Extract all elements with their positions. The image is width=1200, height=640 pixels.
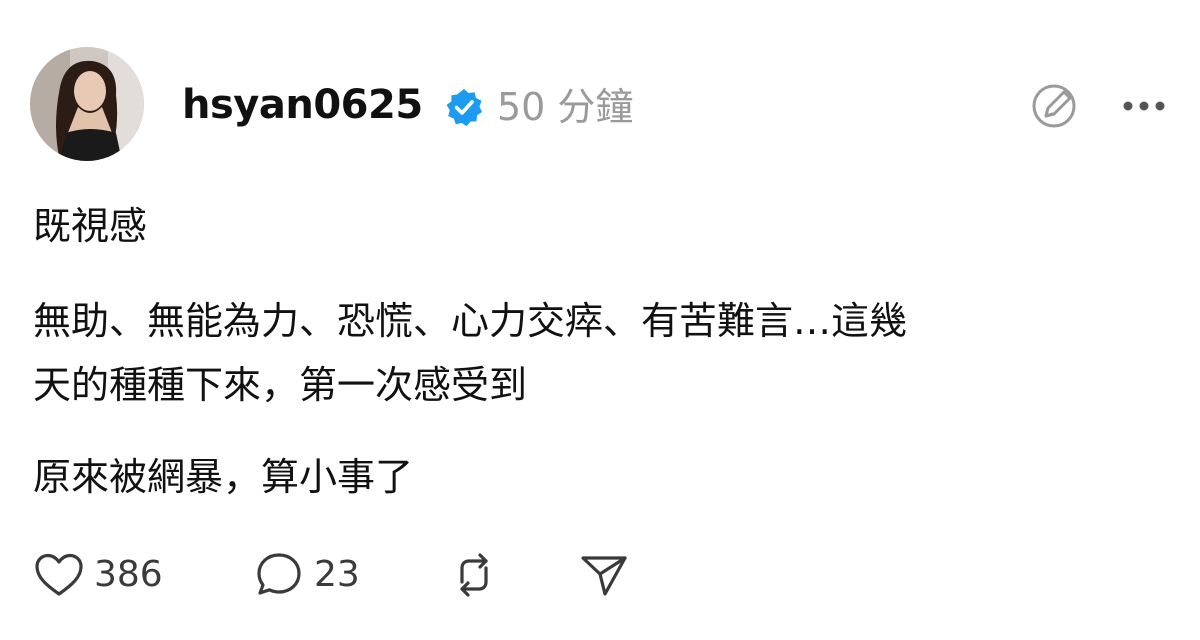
repost-button[interactable] [448, 544, 500, 606]
like-count: 386 [94, 554, 163, 595]
username[interactable]: hsyan0625 [182, 80, 423, 130]
edit-button[interactable] [1024, 78, 1084, 134]
avatar[interactable] [30, 47, 144, 161]
more-options-button[interactable] [1116, 82, 1172, 130]
avatar-photo [30, 47, 144, 161]
post-text-line: 天的種種下來，第一次感受到 [33, 363, 528, 407]
verified-badge-icon [444, 87, 484, 127]
heart-icon [35, 553, 83, 596]
share-button[interactable] [578, 544, 630, 606]
post-timestamp: 50 分鐘 [497, 85, 634, 129]
post-text-line: 既視感 [33, 204, 148, 248]
post-card: hsyan0625 50 分鐘 既視感 無助、無能為力、恐慌、心力交瘁、有苦難言… [0, 0, 1200, 640]
repost-icon [460, 553, 488, 597]
comment-count: 23 [314, 554, 360, 595]
edit-circle-icon [1032, 84, 1076, 128]
like-button[interactable]: 386 [34, 544, 163, 606]
more-dots-icon [1123, 101, 1165, 111]
comment-button[interactable]: 23 [254, 544, 360, 606]
send-icon [581, 556, 627, 596]
comment-bubble-icon [257, 553, 301, 595]
post-text-line: 無助、無能為力、恐慌、心力交瘁、有苦難言…這幾 [33, 299, 908, 343]
post-text-line: 原來被網暴，算小事了 [33, 455, 414, 499]
